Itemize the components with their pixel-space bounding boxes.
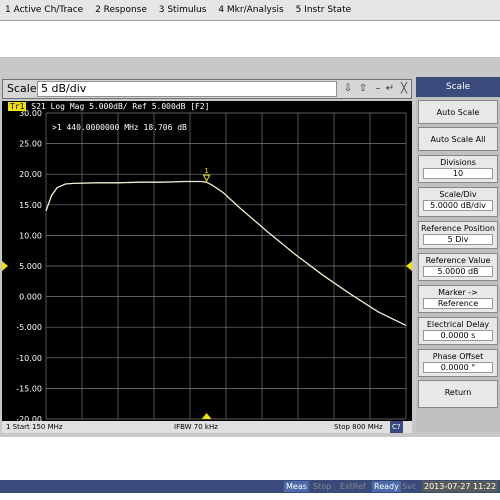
softkey-value: 5.0000 dB/div (423, 200, 493, 211)
trace-header: Tr1 S21 Log Mag 5.000dB/ Ref 5.000dB [F2… (2, 101, 412, 113)
y-tick-label: -10.00 (16, 354, 42, 363)
entry-field[interactable]: 5 dB/div (37, 81, 337, 97)
ifbw: IFBW 70 kHz (174, 423, 218, 431)
softkey-auto-scale[interactable]: Auto Scale (418, 100, 498, 124)
softkey-electrical-delay[interactable]: Electrical Delay 0.0000 s (418, 317, 498, 345)
softkey-label: Reference Value (425, 256, 491, 265)
softkey-label: Scale/Div (439, 190, 477, 199)
y-tick-label: 20.00 (19, 170, 42, 179)
analyzer-window: Scale 5 dB/div ⇩ ⇧ – ↵ ╳ 30.00 25.00 20.00… (0, 57, 500, 493)
ref-position-right-icon (406, 261, 412, 271)
y-tick-label: 5.000 (19, 262, 42, 271)
menu-mkr-analysis[interactable]: 4 Mkr/Analysis (218, 5, 283, 15)
svc-status: Svc (402, 482, 417, 491)
softkey-return[interactable]: Return (418, 380, 498, 408)
datetime: 2013-07-27 11:22 (422, 481, 499, 492)
softkey-panel: Scale Auto Scale Auto Scale All Divisions 1… (416, 77, 500, 432)
softkey-title: Scale (416, 77, 500, 97)
softkey-value: Reference (423, 298, 493, 309)
softkey-scale-div[interactable]: Scale/Div 5.0000 dB/div (418, 187, 498, 217)
channel-badge: C? (390, 421, 403, 433)
softkey-label: Phase Offset (432, 352, 484, 361)
extref-status: ExtRef (340, 482, 366, 491)
menu-stimulus[interactable]: 3 Stimulus (159, 5, 207, 15)
menu-response[interactable]: 2 Response (95, 5, 147, 15)
softkey-label: Auto Scale (436, 108, 480, 117)
marker-readout: >1 440.0000000 MHz 18.706 dB (52, 123, 187, 132)
softkey-label: Divisions (440, 158, 476, 167)
softkey-value: 0.0000 ° (423, 362, 493, 373)
marker-1-label: 1 (204, 167, 208, 175)
bottom-status-bar: Meas Stop ExtRef Ready Svc 2013-07-27 11… (0, 480, 500, 493)
y-tick-label: 0.000 (19, 293, 42, 302)
arrow-up-icon[interactable]: ⇧ (356, 82, 370, 96)
s21-chart: 30.0025.0020.0015.0010.005.0000.000-5.00… (2, 109, 412, 421)
ref-position-left-icon (2, 261, 8, 271)
menu-bar: 1 Active Ch/Trace 2 Response 3 Stimulus … (0, 0, 500, 21)
close-icon[interactable]: ╳ (397, 82, 411, 96)
channel-status-line: 1 Start 150 MHz IFBW 70 kHz Stop 800 MHz… (2, 421, 412, 433)
stop-freq: Stop 800 MHz (334, 423, 383, 431)
y-tick-label: -5.000 (16, 323, 42, 332)
marker-stimulus-icon (201, 413, 212, 419)
trace-display: 30.00 25.00 20.00 15.00 10.00 5.000 0.000 -5.00… (2, 101, 412, 421)
stop-status: Stop (313, 482, 332, 491)
softkey-phase-offset[interactable]: Phase Offset 0.0000 ° (418, 349, 498, 377)
softkey-marker[interactable]: Marker -> Reference (418, 285, 498, 313)
entry-label: Scale (7, 82, 37, 95)
trace-header-text: S21 Log Mag 5.000dB/ Ref 5.000dB [F2] (31, 102, 210, 111)
softkey-divisions[interactable]: Divisions 10 (418, 155, 498, 183)
softkey-reference-value[interactable]: Reference Value 5.0000 dB (418, 253, 498, 281)
softkey-label: Marker -> (438, 288, 478, 297)
menu-instr-state[interactable]: 5 Instr State (296, 5, 352, 15)
softkey-label: Electrical Delay (426, 320, 490, 329)
softkey-value: 5.0000 dB (423, 266, 493, 277)
softkey-reference-position[interactable]: Reference Position 5 Div (418, 221, 498, 249)
softkey-value: 5 Div (423, 234, 493, 245)
start-freq: 1 Start 150 MHz (6, 423, 63, 431)
y-tick-label: 15.00 (19, 201, 42, 210)
enter-icon[interactable]: ↵ (383, 82, 397, 96)
y-tick-label: 25.00 (19, 140, 42, 149)
softkey-label: Auto Scale All (430, 135, 486, 144)
softkey-value: 10 (423, 168, 493, 179)
y-tick-label: 10.00 (19, 231, 42, 240)
menu-active-ch[interactable]: 1 Active Ch/Trace (5, 5, 83, 15)
softkey-value: 0.0000 s (423, 330, 493, 341)
marker-1-icon (202, 174, 211, 183)
softkey-label: Reference Position (421, 224, 495, 233)
softkey-label: Return (444, 388, 472, 397)
meas-status: Meas (284, 481, 309, 492)
softkey-auto-scale-all[interactable]: Auto Scale All (418, 127, 498, 151)
ready-status: Ready (372, 481, 401, 492)
entry-bar: Scale 5 dB/div ⇩ ⇧ – ↵ ╳ (2, 79, 412, 99)
y-tick-label: -15.00 (16, 384, 42, 393)
trace-tag[interactable]: Tr1 (8, 102, 27, 111)
arrow-down-icon[interactable]: ⇩ (341, 82, 355, 96)
